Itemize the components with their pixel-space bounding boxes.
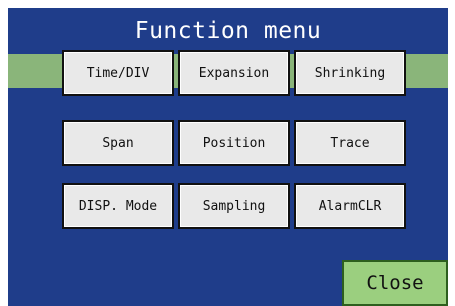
time-div-button[interactable]: Time/DIV (62, 50, 174, 96)
trace-button[interactable]: Trace (294, 120, 406, 166)
alarm-clear-button[interactable]: AlarmCLR (294, 183, 406, 229)
display-mode-button[interactable]: DISP. Mode (62, 183, 174, 229)
expansion-button[interactable]: Expansion (178, 50, 290, 96)
sampling-button[interactable]: Sampling (178, 183, 290, 229)
span-button[interactable]: Span (62, 120, 174, 166)
position-button[interactable]: Position (178, 120, 290, 166)
shrinking-button[interactable]: Shrinking (294, 50, 406, 96)
function-menu-panel: Function menu Time/DIV Expansion Shrinki… (8, 8, 448, 306)
close-button[interactable]: Close (342, 260, 448, 306)
